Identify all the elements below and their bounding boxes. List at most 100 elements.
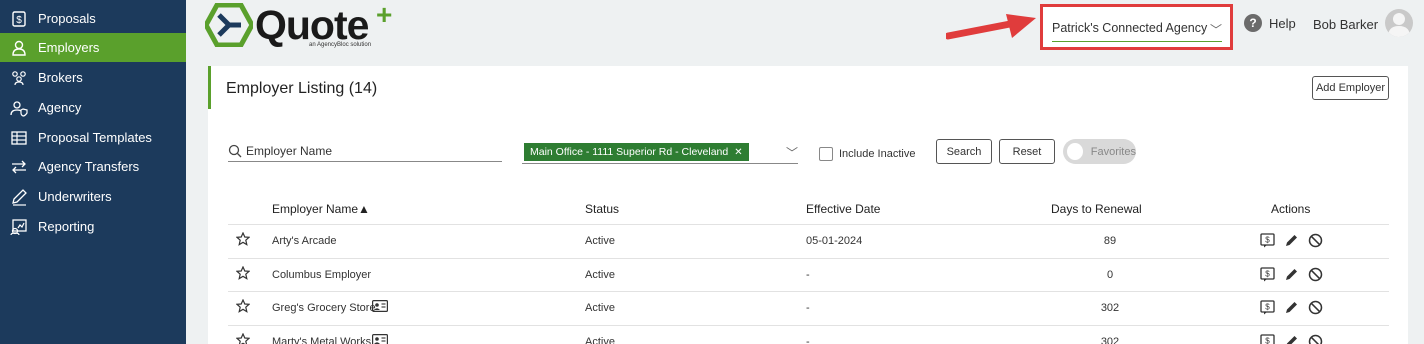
proposal-icon[interactable]: $ — [1259, 266, 1275, 282]
edit-icon[interactable] — [1283, 299, 1299, 315]
table-row[interactable]: Columbus Employer Active - 0 $ — [228, 258, 1389, 292]
column-header-days-to-renewal[interactable]: Days to Renewal — [1051, 202, 1142, 216]
effective-date-cell: - — [806, 269, 810, 281]
search-input[interactable] — [246, 142, 496, 160]
column-header-actions: Actions — [1271, 202, 1311, 216]
proposal-icon[interactable]: $ — [1259, 333, 1275, 344]
sidebar-item-label: Employers — [38, 40, 100, 55]
checkbox-icon[interactable] — [819, 147, 833, 161]
office-chip-label: Main Office - 1111 Superior Rd - Clevela… — [530, 146, 729, 158]
table-row[interactable]: Greg's Grocery Store Active - 302 $ — [228, 291, 1389, 325]
svg-text:$: $ — [1265, 302, 1270, 311]
edit-icon[interactable] — [1283, 266, 1299, 282]
sidebar-item-label: Agency — [38, 100, 82, 115]
deactivate-icon[interactable] — [1307, 333, 1323, 344]
star-icon[interactable] — [236, 232, 250, 246]
edit-icon[interactable] — [1283, 232, 1299, 248]
logo-plus: + — [376, 0, 393, 30]
edit-icon[interactable] — [1283, 333, 1299, 344]
logo-text: Quote — [255, 2, 369, 48]
column-header-status[interactable]: Status — [585, 202, 619, 216]
employer-search — [228, 142, 502, 162]
sidebar-item-label: Reporting — [38, 219, 95, 234]
employer-name-link[interactable]: Greg's Grocery Store — [272, 302, 376, 314]
column-header-employer-name[interactable]: Employer Name▲ — [272, 202, 370, 216]
sidebar-item-proposal-templates[interactable]: Proposal Templates — [0, 123, 186, 152]
search-button[interactable]: Search — [936, 139, 992, 164]
add-employer-button[interactable]: Add Employer — [1312, 76, 1389, 100]
proposal-icon[interactable]: $ — [1259, 299, 1275, 315]
help-label: Help — [1269, 15, 1296, 31]
reset-button[interactable]: Reset — [999, 139, 1055, 164]
sidebar-item-reporting[interactable]: Reporting — [0, 212, 186, 241]
deactivate-icon[interactable] — [1307, 299, 1323, 315]
person-icon — [10, 39, 28, 57]
svg-text:$: $ — [16, 15, 22, 26]
proposal-icon[interactable]: $ — [1259, 232, 1275, 248]
report-icon — [10, 218, 28, 236]
sidebar-item-label: Proposals — [38, 11, 96, 26]
office-chip[interactable]: Main Office - 1111 Superior Rd - Clevela… — [524, 143, 749, 161]
effective-date-cell: - — [806, 302, 810, 314]
table-row[interactable]: Marty's Metal Works Active - 302 $ — [228, 325, 1389, 344]
close-icon[interactable]: ✕ — [734, 147, 742, 158]
sidebar-item-brokers[interactable]: Brokers — [0, 63, 186, 92]
agency-selector-highlight: Patrick's Connected Agency ﹀ — [1040, 4, 1233, 50]
transfer-arrows-icon — [10, 158, 28, 176]
card-accent-bar — [208, 66, 211, 109]
status-cell: Active — [585, 235, 615, 247]
sidebar-item-agency[interactable]: Agency — [0, 93, 186, 122]
page-title: Employer Listing (14) — [226, 80, 378, 97]
sidebar-item-agency-transfers[interactable]: Agency Transfers — [0, 152, 186, 181]
contact-card-icon[interactable] — [372, 334, 388, 344]
quote-plus-logo[interactable]: Quote + an AgencyBloc solution — [205, 0, 405, 49]
svg-text:$: $ — [1265, 336, 1270, 344]
svg-text:$: $ — [1265, 269, 1270, 278]
office-select[interactable]: Main Office - 1111 Superior Rd - Clevela… — [522, 142, 798, 164]
include-inactive-label: Include Inactive — [839, 148, 916, 160]
toggle-knob — [1067, 143, 1083, 160]
sidebar-item-proposals[interactable]: $ Proposals — [0, 4, 186, 33]
sidebar-item-underwriters[interactable]: Underwriters — [0, 182, 186, 211]
help-icon: ? — [1244, 14, 1262, 32]
deactivate-icon[interactable] — [1307, 266, 1323, 282]
chevron-down-icon: ﹀ — [1209, 23, 1222, 37]
include-inactive-checkbox[interactable]: Include Inactive — [819, 147, 915, 161]
days-to-renewal-cell: 302 — [1100, 336, 1120, 344]
column-header-effective-date[interactable]: Effective Date — [806, 202, 880, 216]
agency-select[interactable]: Patrick's Connected Agency ﹀ — [1052, 18, 1222, 42]
contact-card-icon[interactable] — [372, 300, 388, 312]
user-name[interactable]: Bob Barker — [1313, 17, 1378, 32]
chevron-down-icon[interactable]: ﹀ — [786, 144, 798, 161]
days-to-renewal-cell: 89 — [1103, 235, 1117, 247]
employer-name-link[interactable]: Columbus Employer — [272, 269, 371, 281]
row-actions: $ — [1259, 333, 1323, 344]
effective-date-cell: - — [806, 336, 810, 344]
star-icon[interactable] — [236, 266, 250, 280]
help-link[interactable]: ? Help — [1244, 14, 1296, 32]
favorites-toggle[interactable]: Favorites — [1063, 139, 1136, 164]
row-actions: $ — [1259, 299, 1323, 315]
deactivate-icon[interactable] — [1307, 232, 1323, 248]
employer-name-link[interactable]: Arty's Arcade — [272, 235, 336, 247]
table-row[interactable]: Arty's Arcade Active 05-01-2024 89 $ — [228, 224, 1389, 258]
pencil-icon — [10, 188, 28, 206]
annotation-arrow-icon — [946, 14, 1036, 40]
favorites-label: Favorites — [1090, 145, 1136, 158]
person-shield-icon — [10, 99, 28, 117]
sidebar-item-employers[interactable]: Employers — [0, 33, 186, 62]
employer-name-link[interactable]: Marty's Metal Works — [272, 336, 371, 344]
agency-select-value: Patrick's Connected Agency — [1052, 21, 1208, 35]
avatar[interactable] — [1385, 9, 1413, 37]
star-icon[interactable] — [236, 333, 250, 344]
row-actions: $ — [1259, 266, 1323, 282]
people-icon — [10, 69, 28, 87]
svg-text:$: $ — [1265, 235, 1270, 244]
employer-listing-card: Employer Listing (14) Add Employer Main … — [208, 66, 1408, 344]
days-to-renewal-cell: 302 — [1100, 302, 1120, 314]
star-icon[interactable] — [236, 299, 250, 313]
sidebar-item-label: Underwriters — [38, 189, 112, 204]
sidebar-item-label: Proposal Templates — [38, 130, 152, 145]
status-cell: Active — [585, 302, 615, 314]
days-to-renewal-cell: 0 — [1106, 269, 1114, 281]
